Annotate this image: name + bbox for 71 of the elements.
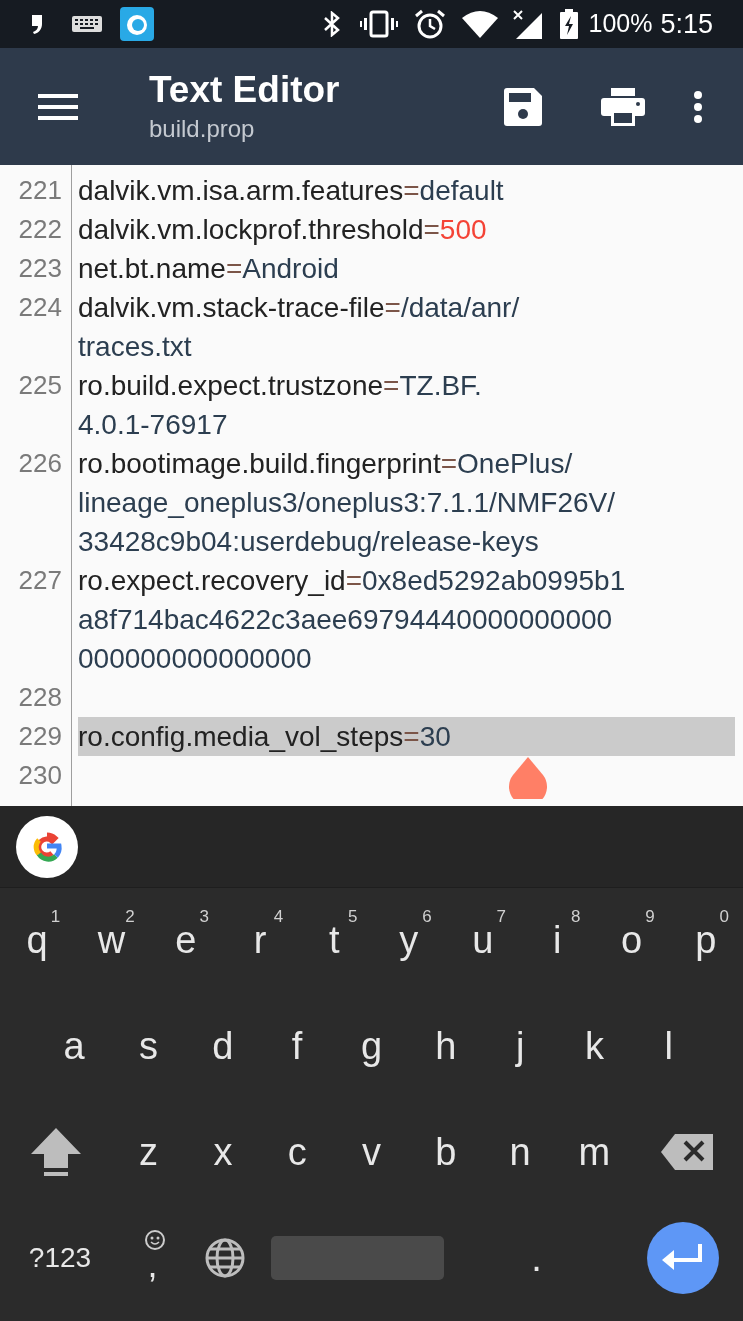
line-number: 229 (17, 720, 62, 753)
keyboard-key[interactable]: l (631, 993, 706, 1100)
quote-icon (30, 13, 44, 35)
menu-icon (38, 92, 78, 121)
code-line[interactable]: dalvik.vm.lockprof.threshold=500 (78, 210, 735, 249)
keyboard-key[interactable]: t 5 (297, 888, 372, 994)
cell-signal-icon (512, 9, 543, 39)
vibrate-icon (360, 10, 399, 38)
emoji-icon (144, 1229, 166, 1252)
comma-key[interactable]: , (120, 1205, 185, 1311)
keyboard-key[interactable]: k (557, 993, 632, 1100)
symbols-key[interactable]: ?123 (0, 1205, 120, 1311)
line-number: 227 (17, 564, 62, 597)
code-line[interactable]: dalvik.vm.stack-trace-file=/data/anr/ traces.txt (78, 288, 735, 366)
key-hint: 0 (719, 906, 729, 928)
key-hint: 5 (348, 906, 358, 928)
toolbar-subtitle: build.prop (149, 113, 256, 144)
keyboard-key[interactable]: d (185, 993, 260, 1100)
battery-percent: 100% (588, 8, 653, 40)
keyboard-icon (72, 16, 102, 32)
enter-icon (662, 1244, 704, 1273)
keyboard-key[interactable]: f (260, 993, 335, 1100)
keyboard-key[interactable]: h (408, 993, 483, 1100)
print-icon (601, 87, 645, 126)
clock-time: 5:15 (660, 7, 713, 41)
keyboard-key[interactable]: c (260, 1099, 335, 1206)
key-hint: 1 (50, 906, 61, 928)
line-number: 230 (17, 759, 62, 792)
keyboard-key[interactable]: i 8 (520, 888, 595, 994)
keyboard-key[interactable]: g (334, 993, 409, 1100)
line-number: 228 (17, 681, 62, 714)
shift-icon (30, 1128, 81, 1177)
key-hint: 4 (273, 906, 284, 928)
keyboard-key[interactable]: b (408, 1099, 483, 1206)
wifi-icon (462, 10, 499, 38)
code-line[interactable]: net.bt.name=Android (78, 249, 735, 288)
keyboard-key[interactable]: n (482, 1099, 558, 1206)
line-number: 226 (17, 447, 62, 480)
save-icon (504, 87, 542, 126)
more-icon (693, 89, 703, 124)
keyboard-key[interactable]: j (482, 993, 558, 1100)
code-line[interactable]: ro.bootimage.build.fingerprint=OnePlus/ lineage_oneplus3/oneplus3:7.1.1/NMF26V/ 33428c9b04:userdebug/release-keys (78, 444, 735, 561)
line-number: 222 (17, 213, 62, 246)
alarm-icon (414, 8, 447, 40)
key-hint: 3 (199, 906, 209, 928)
code-line[interactable]: ro.build.expect.trustzone=TZ.BF. 4.0.1-76917 (78, 366, 735, 444)
key-hint: 2 (125, 906, 135, 928)
battery-charging-icon (560, 9, 579, 39)
line-number: 221 (17, 174, 62, 207)
key-hint: 8 (570, 906, 581, 928)
keyboard-key[interactable]: a (37, 993, 112, 1100)
keyboard-key[interactable]: x (185, 1099, 261, 1206)
key-hint: 9 (645, 906, 655, 928)
keyboard-key[interactable]: z (111, 1099, 186, 1206)
keyboard-key[interactable]: m (557, 1099, 632, 1206)
cursor-handle[interactable] (507, 757, 549, 799)
line-number: 225 (17, 369, 62, 402)
toolbar-title: Text Editor (149, 67, 340, 112)
key-hint: 6 (422, 906, 432, 928)
line-number: 224 (17, 291, 62, 324)
line-number: 223 (17, 252, 62, 285)
code-line[interactable]: dalvik.vm.isa.arm.features=default (78, 171, 735, 210)
google-logo-icon[interactable] (16, 815, 78, 878)
app-icon (120, 7, 154, 41)
backspace-icon (661, 1134, 714, 1171)
globe-icon (204, 1237, 246, 1280)
key-hint: 7 (496, 906, 507, 928)
keyboard-key[interactable]: . (450, 1205, 623, 1311)
keyboard-key[interactable]: s (111, 993, 186, 1100)
keyboard-key[interactable]: v (334, 1099, 409, 1206)
code-line[interactable]: ro.expect.recovery_id=0x8ed5292ab0995b1 a8f714bac4622c3aee69794440000000000 000000000000000 (78, 561, 735, 678)
